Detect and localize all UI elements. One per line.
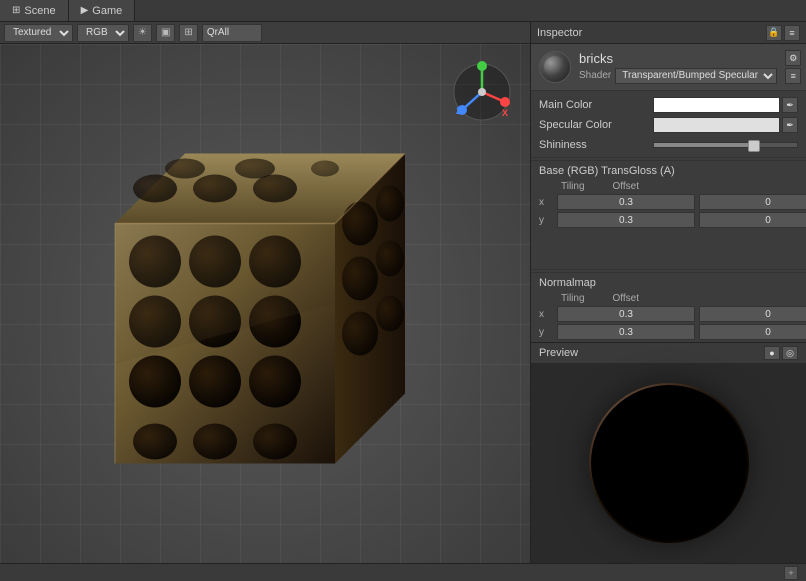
separator-1 <box>531 157 806 158</box>
separator-2 <box>531 269 806 270</box>
material-name-block: bricks Shader Transparent/Bumped Specula… <box>579 51 777 84</box>
specular-color-swatch[interactable] <box>653 117 780 133</box>
base-texture-title: Base (RGB) TransGloss (A) <box>539 165 798 177</box>
preview-header: Preview ● ◎ <box>531 343 806 363</box>
normal-offset-col-header: Offset <box>613 293 640 304</box>
specular-color-label: Specular Color <box>539 119 649 131</box>
scene-tab-label: Scene <box>24 5 55 17</box>
shader-select[interactable]: Transparent/Bumped Specular <box>615 68 777 84</box>
inspector-panel: Inspector 🔒 ≡ bricks Shader Transparent/… <box>530 22 806 563</box>
tiling-col-header: Tiling <box>561 181 585 192</box>
shininess-row: Shininess <box>531 135 806 155</box>
base-texture-grid: Tiling Offset x y <box>539 181 798 263</box>
normalmap-section: Normalmap Tiling Offset x y <box>531 272 806 342</box>
shininess-label: Shininess <box>539 139 649 151</box>
preview-section: Preview ● ◎ <box>531 342 806 563</box>
cube-svg <box>55 103 475 523</box>
main-color-label: Main Color <box>539 99 649 111</box>
normal-tiling-x-input[interactable] <box>557 306 695 322</box>
view-mode-select[interactable]: Textured <box>4 24 73 42</box>
preview-btns: ● ◎ <box>764 346 798 360</box>
normalmap-fields: Tiling Offset x y <box>539 293 806 342</box>
preview-canvas <box>531 363 806 563</box>
base-texture-fields: Tiling Offset x y <box>539 181 806 263</box>
preview-mode-btn[interactable]: ◎ <box>782 346 798 360</box>
shader-label: Shader <box>579 70 611 81</box>
normalmap-title: Normalmap <box>539 277 798 289</box>
base-tiling-x-input[interactable] <box>557 194 695 210</box>
main-color-value: ✒ <box>653 97 798 113</box>
normal-tiling-col-header: Tiling <box>561 293 585 304</box>
material-header-btns: ⚙ ≡ <box>785 50 801 84</box>
normal-x-label: x <box>539 309 553 320</box>
base-x-row: x <box>539 194 806 210</box>
inspector-header: Inspector 🔒 ≡ <box>531 22 806 44</box>
offset-col-header: Offset <box>613 181 640 192</box>
shininess-slider[interactable] <box>653 142 798 148</box>
main-color-eyedropper[interactable]: ✒ <box>782 97 798 113</box>
shader-row: Shader Transparent/Bumped Specular <box>579 68 777 84</box>
inspector-title: Inspector <box>537 27 760 39</box>
preview-sphere <box>589 383 749 543</box>
material-menu-btn[interactable]: ≡ <box>785 68 801 84</box>
image-btn[interactable]: ▣ <box>156 24 175 42</box>
main-color-row: Main Color ✒ <box>531 95 806 115</box>
tab-scene[interactable]: ⊞ Scene <box>0 0 69 21</box>
normal-tiling-y-input[interactable] <box>557 324 695 340</box>
normal-offset-x-input[interactable] <box>699 306 806 322</box>
base-y-label: y <box>539 215 553 226</box>
shininess-value <box>653 142 798 148</box>
channel-select[interactable]: RGB <box>77 24 129 42</box>
gizmo[interactable]: Z X Y <box>450 60 514 124</box>
base-x-label: x <box>539 197 553 208</box>
specular-color-value: ✒ <box>653 117 798 133</box>
game-tab-label: Game <box>92 5 122 17</box>
material-name: bricks <box>579 51 777 66</box>
scene-canvas: Z X Y <box>0 44 530 563</box>
base-texture-section: Base (RGB) TransGloss (A) Tiling Offset … <box>531 160 806 267</box>
material-settings-btn[interactable]: ⚙ <box>785 50 801 66</box>
cube-render <box>55 103 475 526</box>
search-input[interactable] <box>202 24 262 42</box>
inspector-header-btns: 🔒 ≡ <box>766 25 800 41</box>
svg-text:Z: Z <box>456 106 462 116</box>
normal-x-row: x <box>539 306 806 322</box>
specular-color-eyedropper[interactable]: ✒ <box>782 117 798 133</box>
tab-bar: ⊞ Scene ▶ Game <box>0 0 806 22</box>
tab-game[interactable]: ▶ Game <box>69 0 136 21</box>
game-tab-icon: ▶ <box>81 5 89 16</box>
base-y-row: y <box>539 212 806 228</box>
scene-tab-icon: ⊞ <box>12 5 20 16</box>
sun-btn[interactable]: ☀ <box>133 24 152 42</box>
normal-y-row: y <box>539 324 806 340</box>
svg-text:Y: Y <box>478 62 484 72</box>
preview-toggle-btn[interactable]: ● <box>764 346 780 360</box>
preview-holes-svg <box>589 383 749 543</box>
inspector-lock-btn[interactable]: 🔒 <box>766 25 782 41</box>
material-icon <box>539 51 571 83</box>
material-info: bricks Shader Transparent/Bumped Specula… <box>531 44 806 91</box>
svg-text:X: X <box>502 108 508 118</box>
preview-title: Preview <box>539 347 760 359</box>
properties-section: Main Color ✒ Specular Color ✒ Shininess <box>531 91 806 342</box>
inspector-menu-btn[interactable]: ≡ <box>784 25 800 41</box>
main-content: Textured RGB ☀ ▣ ⊞ <box>0 22 806 563</box>
base-tiling-y-input[interactable] <box>557 212 695 228</box>
gizmo-svg: Z X Y <box>450 60 514 124</box>
status-plus-btn[interactable]: + <box>784 566 798 580</box>
normal-offset-y-input[interactable] <box>699 324 806 340</box>
normalmap-grid: Tiling Offset x y <box>539 293 798 342</box>
normal-y-label: y <box>539 327 553 338</box>
status-bar-btns: + <box>784 566 798 580</box>
base-offset-x-input[interactable] <box>699 194 806 210</box>
base-offset-y-input[interactable] <box>699 212 806 228</box>
scene-toolbar: Textured RGB ☀ ▣ ⊞ <box>0 22 530 44</box>
status-bar: + <box>0 563 806 581</box>
specular-color-row: Specular Color ✒ <box>531 115 806 135</box>
scene-viewport: Textured RGB ☀ ▣ ⊞ <box>0 22 530 563</box>
main-color-swatch[interactable] <box>653 97 780 113</box>
normal-tiling-header: Tiling Offset <box>539 293 806 304</box>
base-tiling-header: Tiling Offset <box>539 181 806 192</box>
grid-btn[interactable]: ⊞ <box>179 24 197 42</box>
